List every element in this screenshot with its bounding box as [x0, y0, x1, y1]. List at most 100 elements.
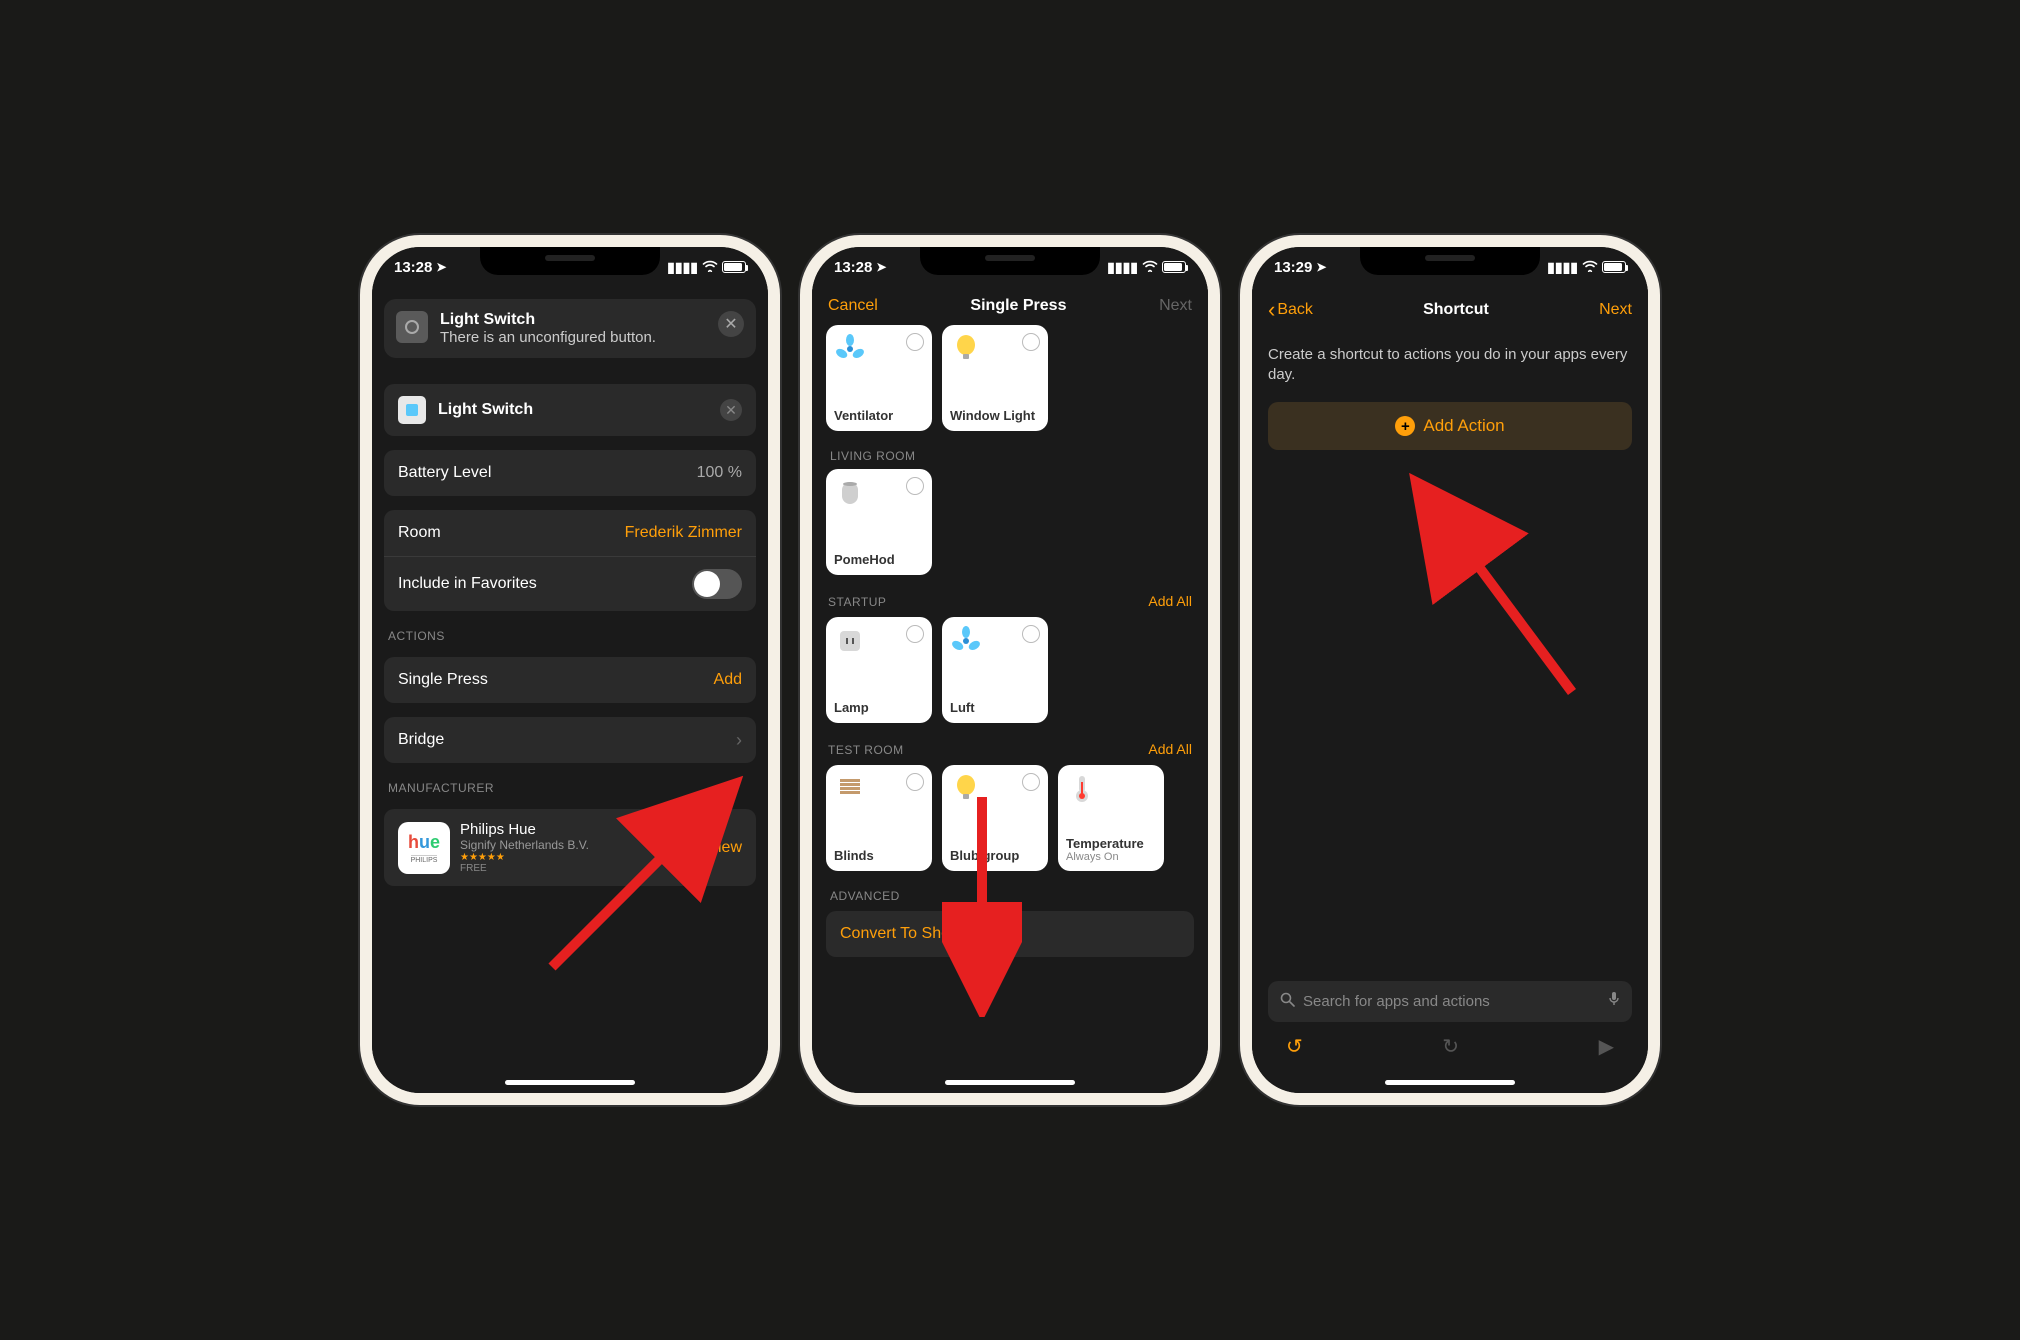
shortcut-toolbar: ↺ ↻ ▶: [1268, 1034, 1632, 1081]
fan-icon: [834, 333, 866, 365]
favorites-toggle[interactable]: [692, 569, 742, 599]
banner-subtitle: There is an unconfigured button.: [440, 329, 706, 346]
wifi-icon: [702, 259, 718, 275]
undo-button[interactable]: ↺: [1286, 1034, 1303, 1059]
actions-header: ACTIONS: [388, 629, 752, 643]
tile-label: Temperature: [1066, 836, 1156, 851]
phone-right: 13:29 ➤ ▮▮▮▮ ‹ Back Shortcut Next Create…: [1240, 235, 1660, 1105]
convert-label: Convert To Shortcut: [840, 925, 981, 942]
plug-icon: [834, 625, 866, 657]
nav-title: Single Press: [970, 297, 1066, 315]
add-action-label: Add Action: [1423, 416, 1504, 436]
clear-icon[interactable]: ✕: [720, 399, 742, 421]
radio-icon[interactable]: [906, 773, 924, 791]
advanced-header: ADVANCED: [830, 889, 1190, 903]
location-icon: ➤: [436, 260, 446, 274]
signal-icon: ▮▮▮▮: [1547, 259, 1578, 276]
accessory-tile-ventilator[interactable]: Ventilator: [826, 325, 932, 431]
search-icon: [1280, 992, 1295, 1012]
single-press-add[interactable]: Add: [714, 671, 742, 689]
tile-label: PomeHod: [834, 552, 924, 567]
favorites-row[interactable]: Include in Favorites: [384, 556, 756, 611]
room-value: Frederik Zimmer: [625, 524, 742, 542]
plus-icon: +: [1395, 416, 1415, 436]
bulb-icon: [950, 333, 982, 365]
hue-app-icon: hue PHILIPS: [398, 822, 450, 874]
living-room-header: LIVING ROOM: [830, 449, 1190, 463]
room-label: Room: [398, 524, 441, 542]
bulb-icon: [950, 773, 982, 805]
bridge-row[interactable]: Bridge ›: [384, 717, 756, 763]
back-button[interactable]: ‹ Back: [1268, 297, 1313, 323]
search-input[interactable]: Search for apps and actions: [1268, 981, 1632, 1022]
add-all-button[interactable]: Add All: [1148, 741, 1192, 757]
tile-label: Luft: [950, 700, 1040, 715]
play-button[interactable]: ▶: [1599, 1034, 1614, 1059]
next-button[interactable]: Next: [1159, 297, 1192, 315]
battery-icon: [1162, 261, 1186, 273]
tile-label: Blub group: [950, 848, 1040, 863]
view-button[interactable]: View: [708, 839, 742, 857]
clock: 13:28: [394, 259, 432, 276]
home-indicator[interactable]: [505, 1080, 635, 1085]
homepod-icon: [834, 477, 866, 509]
add-all-button[interactable]: Add All: [1148, 593, 1192, 609]
radio-icon[interactable]: [1022, 773, 1040, 791]
room-row[interactable]: Room Frederik Zimmer: [384, 510, 756, 556]
tile-label: Window Light: [950, 408, 1040, 423]
chevron-left-icon: ‹: [1268, 297, 1275, 323]
notch: [480, 247, 660, 275]
accessory-tile-pomehod[interactable]: PomeHod: [826, 469, 932, 575]
radio-icon[interactable]: [1022, 333, 1040, 351]
favorites-label: Include in Favorites: [398, 575, 537, 593]
phone-middle: 13:28 ➤ ▮▮▮▮ Cancel Single Press Next: [800, 235, 1220, 1105]
wifi-icon: [1142, 259, 1158, 275]
radio-icon[interactable]: [906, 625, 924, 643]
single-press-row[interactable]: Single Press Add: [384, 657, 756, 703]
blinds-icon: [834, 773, 866, 805]
manufacturer-company: Signify Netherlands B.V.: [460, 838, 698, 852]
mic-icon[interactable]: [1608, 991, 1620, 1012]
redo-button[interactable]: ↻: [1442, 1034, 1459, 1059]
signal-icon: ▮▮▮▮: [1107, 259, 1138, 276]
accessory-tile-lamp[interactable]: Lamp: [826, 617, 932, 723]
bridge-label: Bridge: [398, 731, 444, 749]
switch-icon: [396, 311, 428, 343]
single-press-label: Single Press: [398, 671, 488, 689]
radio-icon[interactable]: [906, 477, 924, 495]
manufacturer-row[interactable]: hue PHILIPS Philips Hue Signify Netherla…: [384, 809, 756, 886]
search-placeholder: Search for apps and actions: [1303, 993, 1600, 1010]
nav-bar: ‹ Back Shortcut Next: [1252, 287, 1648, 333]
home-indicator[interactable]: [945, 1080, 1075, 1085]
test-room-header: TEST ROOM: [828, 743, 904, 757]
accessory-name-row[interactable]: Light Switch ✕: [384, 384, 756, 436]
phone-left: 13:28 ➤ ▮▮▮▮ Light Switch There is an un…: [360, 235, 780, 1105]
tile-label: Blinds: [834, 848, 924, 863]
cancel-button[interactable]: Cancel: [828, 297, 878, 315]
signal-icon: ▮▮▮▮: [667, 259, 698, 276]
close-button[interactable]: ✕: [718, 311, 744, 337]
tile-sublabel: Always On: [1066, 851, 1156, 863]
accessory-tile-blub-group[interactable]: Blub group: [942, 765, 1048, 871]
manufacturer-name: Philips Hue: [460, 821, 698, 838]
fan-icon: [950, 625, 982, 657]
manufacturer-header: MANUFACTURER: [388, 781, 752, 795]
notch: [920, 247, 1100, 275]
accessory-tile-window-light[interactable]: Window Light: [942, 325, 1048, 431]
clock: 13:29: [1274, 259, 1312, 276]
radio-icon[interactable]: [1022, 625, 1040, 643]
wifi-icon: [1582, 259, 1598, 275]
add-action-button[interactable]: + Add Action: [1268, 402, 1632, 450]
accessory-tile-temperature[interactable]: Temperature Always On: [1058, 765, 1164, 871]
radio-icon[interactable]: [906, 333, 924, 351]
thermo-icon: [1066, 773, 1098, 805]
battery-label: Battery Level: [398, 464, 491, 482]
nav-bar: Cancel Single Press Next: [812, 287, 1208, 325]
battery-value: 100 %: [697, 464, 742, 482]
convert-to-shortcut-button[interactable]: Convert To Shortcut: [826, 911, 1194, 957]
next-button[interactable]: Next: [1599, 301, 1632, 319]
accessory-tile-luft[interactable]: Luft: [942, 617, 1048, 723]
tile-label: Lamp: [834, 700, 924, 715]
home-indicator[interactable]: [1385, 1080, 1515, 1085]
accessory-tile-blinds[interactable]: Blinds: [826, 765, 932, 871]
